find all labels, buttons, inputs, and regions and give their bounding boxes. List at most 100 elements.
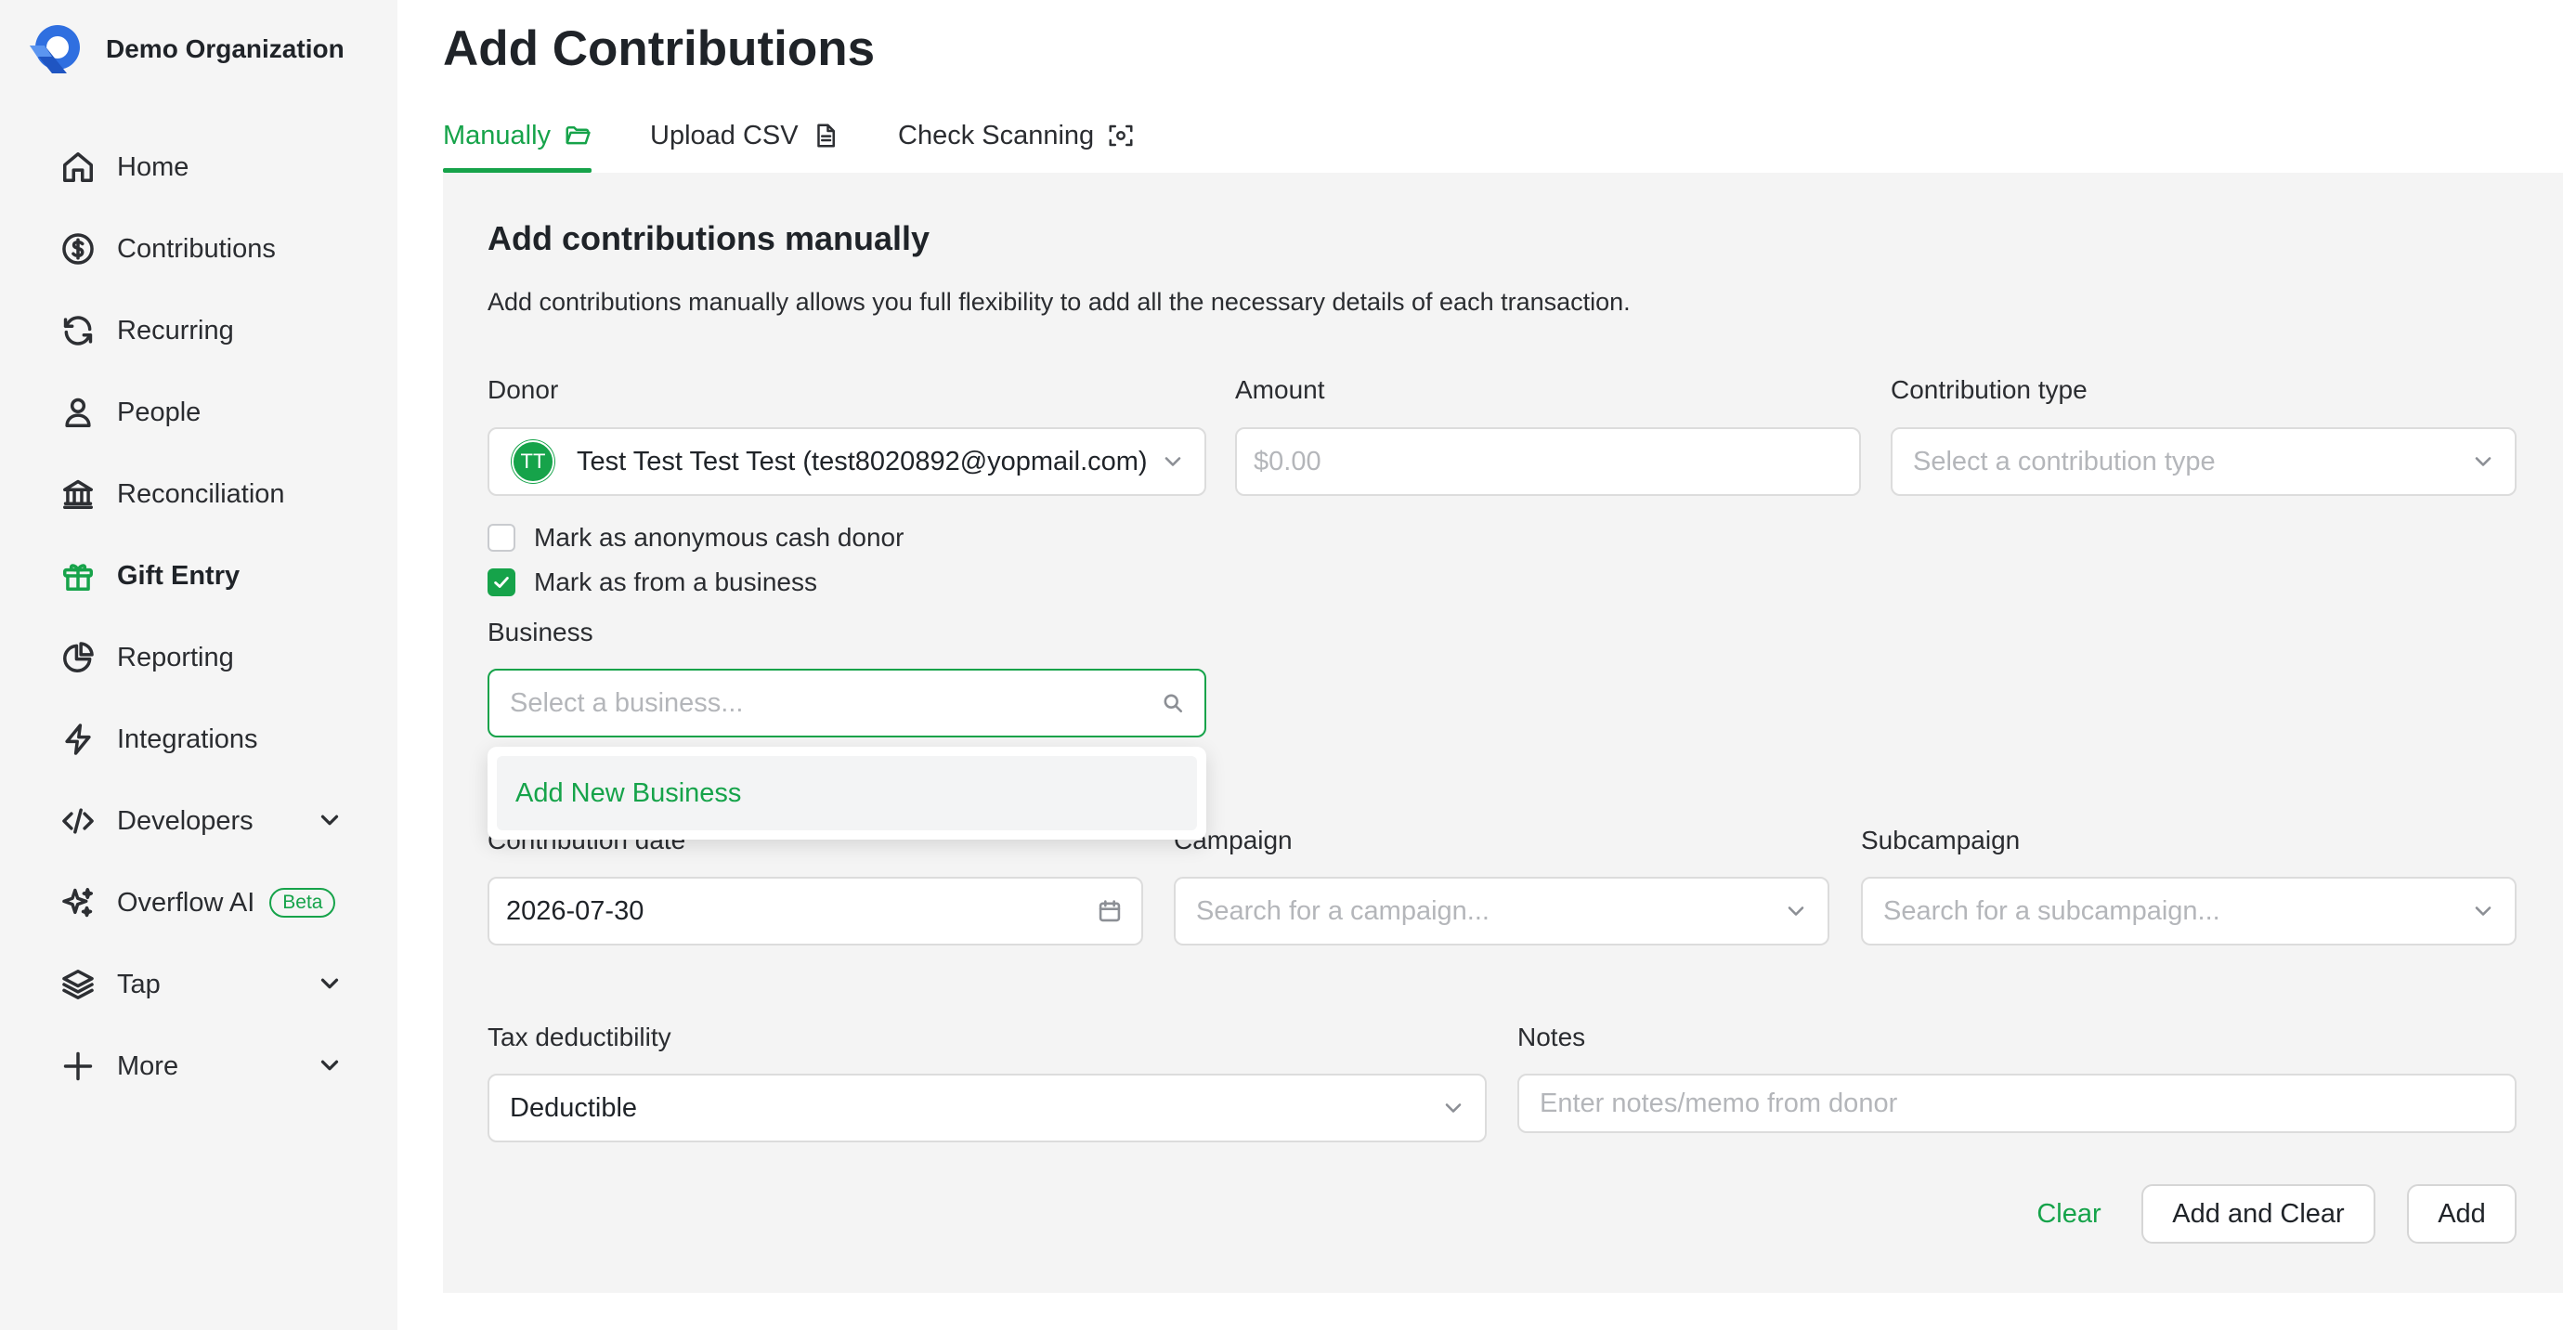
tab-label: Upload CSV (650, 120, 799, 150)
tax-deductibility-label: Tax deductibility (488, 1023, 671, 1051)
nav-item-tap[interactable]: Tap (0, 944, 397, 1025)
business-search-input[interactable]: Select a business... (488, 669, 1206, 737)
dollar-circle-icon (59, 230, 97, 267)
org-logo (30, 25, 80, 73)
page-title: Add Contributions (443, 21, 876, 76)
contribution-type-select[interactable]: Select a contribution type (1891, 427, 2517, 496)
nav-label: People (117, 397, 202, 427)
layers-icon (59, 966, 97, 1003)
chevron-down-icon[interactable] (316, 806, 344, 834)
tax-deductibility-select[interactable]: Deductible (488, 1074, 1487, 1142)
tab-label: Manually (443, 120, 552, 150)
gift-icon (59, 557, 97, 594)
nav-item-gift-entry[interactable]: Gift Entry (0, 535, 397, 617)
donor-select[interactable]: TT Test Test Test Test (test8020892@yopm… (488, 427, 1206, 496)
chevron-down-icon (1783, 898, 1809, 924)
nav-item-overflow-ai[interactable]: Overflow AI Beta (0, 862, 397, 944)
notes-input[interactable]: Enter notes/memo from donor (1517, 1074, 2517, 1133)
search-icon (1160, 690, 1186, 716)
tab-check-scanning[interactable]: Check Scanning (898, 98, 1135, 173)
nav-label: Home (117, 151, 189, 182)
chevron-down-icon (1440, 1095, 1466, 1121)
nav-item-more[interactable]: More (0, 1025, 397, 1107)
add-new-business-option[interactable]: Add New Business (497, 756, 1197, 830)
tab-label: Check Scanning (898, 120, 1095, 150)
subcampaign-label: Subcampaign (1861, 826, 2021, 854)
clear-button[interactable]: Clear (2023, 1184, 2115, 1244)
checkbox-checked[interactable] (488, 568, 515, 596)
tax-value: Deductible (510, 1092, 638, 1123)
scan-icon (1109, 124, 1133, 147)
checkbox[interactable] (488, 524, 515, 552)
org-name: Demo Organization (106, 34, 345, 63)
nav-item-reconciliation[interactable]: Reconciliation (0, 453, 397, 535)
checkbox-label: Mark as from a business (534, 567, 817, 596)
folder-icon (566, 126, 591, 145)
nav-item-people[interactable]: People (0, 372, 397, 453)
amount-label: Amount (1235, 375, 1325, 404)
home-icon (59, 149, 97, 186)
amount-input[interactable]: $0.00 (1235, 427, 1861, 496)
lightning-icon (59, 721, 97, 758)
contribution-date-input[interactable]: 2026-07-30 (488, 877, 1143, 945)
form-description: Add contributions manually allows you fu… (488, 288, 1631, 316)
pie-chart-icon (59, 639, 97, 676)
nav-item-recurring[interactable]: Recurring (0, 290, 397, 372)
nav-label: More (117, 1050, 179, 1081)
nav-item-developers[interactable]: Developers (0, 780, 397, 862)
person-icon (59, 394, 97, 431)
chevron-down-icon[interactable] (316, 970, 344, 998)
nav-item-reporting[interactable]: Reporting (0, 617, 397, 698)
beta-badge: Beta (269, 888, 336, 918)
campaign-placeholder: Search for a campaign... (1196, 895, 1490, 926)
file-icon (816, 124, 835, 148)
contribution-type-placeholder: Select a contribution type (1913, 446, 2216, 476)
check-icon (494, 577, 509, 588)
date-value: 2026-07-30 (506, 895, 644, 926)
code-icon (59, 802, 97, 840)
plus-icon (59, 1048, 97, 1085)
notes-placeholder: Enter notes/memo from donor (1540, 1088, 1898, 1118)
bank-icon (59, 476, 97, 513)
nav-label: Gift Entry (117, 560, 241, 591)
sparkles-icon (59, 884, 97, 921)
nav-item-home[interactable]: Home (0, 126, 397, 208)
anonymous-donor-checkbox[interactable]: Mark as anonymous cash donor (488, 523, 904, 553)
checkbox-label: Mark as anonymous cash donor (534, 523, 904, 552)
campaign-select[interactable]: Search for a campaign... (1174, 877, 1829, 945)
nav-label: Recurring (117, 315, 234, 346)
nav-label: Developers (117, 805, 254, 836)
form-heading: Add contributions manually (488, 219, 930, 257)
tab-upload-csv[interactable]: Upload CSV (650, 98, 839, 173)
calendar-icon[interactable] (1097, 898, 1123, 924)
nav-item-integrations[interactable]: Integrations (0, 698, 397, 780)
nav-label: Reporting (117, 642, 234, 672)
sidebar: Demo Organization Home Contributions Rec… (0, 0, 397, 1330)
contribution-type-label: Contribution type (1891, 375, 2088, 404)
business-placeholder: Select a business... (510, 687, 744, 718)
chevron-down-icon (2470, 898, 2496, 924)
business-checkbox[interactable]: Mark as from a business (488, 567, 817, 597)
add-button[interactable]: Add (2407, 1184, 2517, 1244)
subcampaign-select[interactable]: Search for a subcampaign... (1861, 877, 2517, 945)
add-and-clear-button[interactable]: Add and Clear (2141, 1184, 2375, 1244)
chevron-down-icon (1160, 449, 1186, 475)
nav-item-contributions[interactable]: Contributions (0, 208, 397, 290)
donor-value: Test Test Test Test (test8020892@yopmail… (577, 446, 1148, 476)
tab-manually[interactable]: Manually (443, 98, 592, 173)
nav-label: Reconciliation (117, 478, 285, 509)
business-dropdown: Add New Business (488, 747, 1206, 840)
notes-label: Notes (1517, 1023, 1586, 1051)
nav-label: Integrations (117, 724, 258, 754)
nav-label: Contributions (117, 233, 276, 264)
subcampaign-placeholder: Search for a subcampaign... (1883, 895, 2220, 926)
business-label: Business (488, 618, 593, 646)
donor-label: Donor (488, 375, 559, 404)
nav-label: Overflow AI (117, 887, 255, 918)
nav-label: Tap (117, 969, 161, 999)
org-switcher[interactable]: Demo Organization (26, 19, 345, 80)
refresh-icon (59, 312, 97, 349)
avatar: TT (512, 440, 554, 483)
sidebar-nav: Home Contributions Recurring People Reco… (0, 126, 397, 1107)
chevron-down-icon[interactable] (316, 1051, 344, 1079)
